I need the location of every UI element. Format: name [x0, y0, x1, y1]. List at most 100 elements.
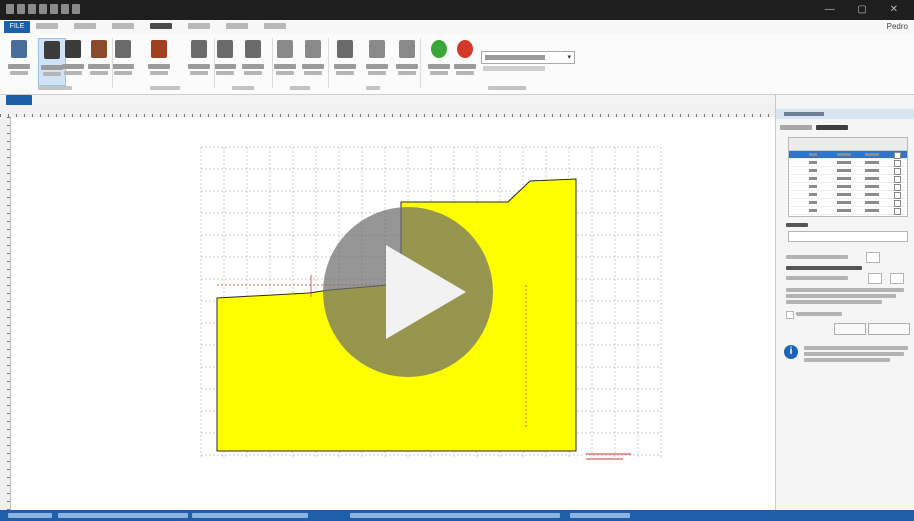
table-row[interactable] [789, 207, 907, 215]
profile-dropdown[interactable]: ▾ [481, 51, 575, 64]
ribbon-button[interactable] [212, 38, 238, 84]
ribbon-button[interactable] [60, 38, 86, 84]
video-play-button[interactable] [323, 207, 493, 377]
status-segment [192, 513, 308, 518]
add-icon [431, 40, 447, 58]
ribbon-tab[interactable] [36, 23, 58, 29]
title-bar: — ▢ ✕ [0, 0, 914, 20]
status-segment [8, 513, 52, 518]
status-bar [0, 510, 914, 521]
ribbon-tab[interactable] [188, 23, 210, 29]
open-icon[interactable] [17, 4, 25, 14]
pile-icon [399, 40, 415, 58]
panel-input[interactable] [866, 252, 880, 263]
ribbon-button[interactable] [6, 38, 32, 84]
ribbon-tab-active[interactable] [150, 23, 172, 29]
panel-checkbox[interactable] [786, 311, 794, 319]
coordinates-table[interactable] [788, 137, 908, 217]
ribbon-button[interactable] [452, 38, 478, 84]
table-cell [865, 169, 879, 172]
window-controls[interactable]: — ▢ ✕ [825, 4, 908, 15]
panel-label [786, 276, 848, 280]
table-cell [837, 185, 851, 188]
ribbon-button[interactable] [110, 38, 136, 84]
ribbon-button-label [148, 64, 170, 69]
panel-button[interactable] [868, 323, 910, 335]
redo-icon[interactable] [50, 4, 58, 14]
table-row[interactable] [789, 199, 907, 207]
ribbon-tab[interactable] [74, 23, 96, 29]
panel-input[interactable] [868, 273, 882, 284]
ribbon-button[interactable] [426, 38, 452, 84]
table-row[interactable] [789, 159, 907, 167]
table-cell [837, 201, 851, 204]
row-checkbox[interactable] [894, 160, 901, 167]
play-icon [386, 245, 466, 339]
ribbon-group-label [488, 86, 526, 90]
ribbon-button-label [428, 64, 450, 69]
undo-icon[interactable] [39, 4, 47, 14]
table-cell [809, 169, 817, 172]
tab-file[interactable]: FILE [4, 21, 30, 33]
info-icon: i [784, 345, 798, 359]
print-icon[interactable] [61, 4, 69, 14]
ribbon-button-label [8, 64, 30, 69]
layer-icon [65, 40, 81, 58]
ribbon-group-separator [112, 38, 113, 88]
ribbon-option-label[interactable] [483, 66, 545, 71]
table-cell [809, 177, 817, 180]
row-checkbox[interactable] [894, 192, 901, 199]
ribbon-tab[interactable] [226, 23, 248, 29]
chevron-down-icon: ▾ [567, 54, 571, 61]
ribbon-button-label [366, 64, 388, 69]
row-checkbox[interactable] [894, 200, 901, 207]
ribbon-button[interactable] [272, 38, 298, 84]
table-cell [809, 153, 817, 156]
ribbon-button-label [302, 64, 324, 69]
ribbon-button[interactable] [394, 38, 420, 84]
row-checkbox[interactable] [894, 152, 901, 159]
save-icon[interactable] [6, 4, 14, 14]
row-checkbox[interactable] [894, 184, 901, 191]
ribbon-tab[interactable] [264, 23, 286, 29]
customize-icon[interactable] [72, 4, 80, 14]
row-checkbox[interactable] [894, 168, 901, 175]
ribbon-tab[interactable] [112, 23, 134, 29]
ribbon-button[interactable] [240, 38, 266, 84]
new-icon[interactable] [28, 4, 36, 14]
row-checkbox[interactable] [894, 208, 901, 215]
panel-tab-active[interactable] [816, 125, 848, 130]
table-cell [865, 161, 879, 164]
table-row[interactable] [789, 151, 907, 159]
panel-dropdown[interactable] [788, 231, 908, 242]
stratigraphy-icon [91, 40, 107, 58]
ribbon-button-label [90, 71, 108, 75]
panel-input[interactable] [890, 273, 904, 284]
ribbon-button[interactable] [146, 38, 172, 84]
panel-label [786, 223, 808, 227]
table-cell [865, 193, 879, 196]
ribbon-button[interactable] [186, 38, 212, 84]
table-row[interactable] [789, 183, 907, 191]
table-row[interactable] [789, 191, 907, 199]
vertical-ruler [0, 117, 11, 510]
user-name[interactable]: Pedro [887, 22, 908, 31]
ribbon-button[interactable] [332, 38, 358, 84]
panel-button[interactable] [834, 323, 866, 335]
document-tab[interactable] [6, 95, 32, 105]
panel-info-text [804, 358, 890, 362]
ribbon-button-label [43, 72, 61, 76]
table-row[interactable] [789, 167, 907, 175]
ribbon-button[interactable] [364, 38, 390, 84]
row-checkbox[interactable] [894, 176, 901, 183]
ribbon-button[interactable] [86, 38, 112, 84]
load-icon [277, 40, 293, 58]
panel-info-text [804, 352, 904, 356]
table-cell [865, 201, 879, 204]
table-row[interactable] [789, 175, 907, 183]
ribbon-button-label [368, 71, 386, 75]
ribbon-button[interactable] [300, 38, 326, 84]
panel-tab[interactable] [780, 125, 812, 130]
ribbon-group-separator [420, 38, 421, 88]
table-cell [837, 161, 851, 164]
